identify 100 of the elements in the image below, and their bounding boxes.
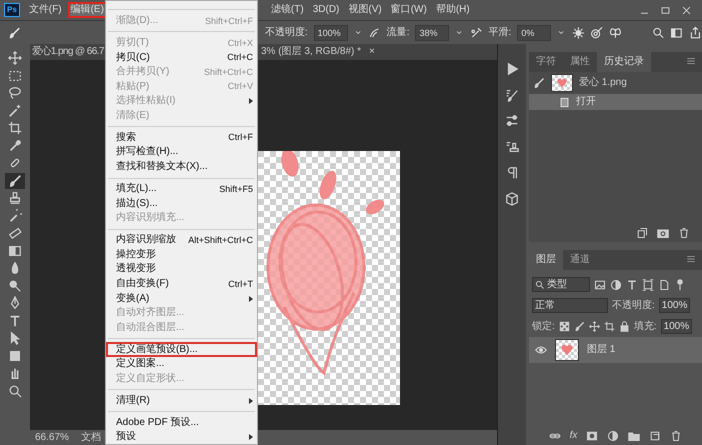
workspace-icon[interactable] [670,26,684,40]
blend-mode-dropdown[interactable]: 正常 [532,298,608,313]
snapshot-label[interactable]: 爱心 1.png [579,77,627,89]
play-icon[interactable] [505,62,519,76]
menu-bar-item[interactable]: 窗口(W) [388,2,430,18]
new-layer-icon[interactable] [649,430,662,442]
move-icon[interactable] [588,321,600,332]
image-icon[interactable] [594,278,606,290]
cube-icon[interactable] [505,192,519,206]
menu-bar-item[interactable]: 滤镜(T) [268,2,307,18]
pressure-icon[interactable] [368,26,381,40]
transform-icon[interactable] [642,278,654,290]
sliders-icon[interactable] [505,114,519,128]
menu-bar-item[interactable]: 3D(D) [310,2,342,18]
menu-item[interactable]: 内容识别缩放 Alt+Shift+Ctrl+C [106,232,257,248]
menu-item[interactable]: 搜索 Ctrl+F [106,130,257,146]
document-info[interactable]: 文档 [80,432,101,444]
menu-item[interactable]: 描边(S)... [106,196,257,211]
butterfly-icon[interactable] [609,26,622,40]
lock-icon[interactable] [618,321,630,332]
crop-icon[interactable] [604,321,615,332]
menu-item[interactable]: 拷贝(C) Ctrl+C [106,50,257,65]
menu-item[interactable]: 定义图案... [106,357,257,372]
menu-item[interactable]: 自由变换(F) Ctrl+T [106,276,257,292]
flow-field[interactable]: 38% [415,24,450,40]
airbrush-icon[interactable] [470,26,483,40]
history-state-label: 打开 [576,96,596,108]
checker-icon[interactable] [558,321,570,332]
brush-icon[interactable] [8,26,21,40]
document-icon [559,96,570,108]
adjustment-icon[interactable] [607,430,620,442]
brush-settings-icon[interactable] [505,88,519,102]
smart-object-icon[interactable] [658,278,670,290]
trash-icon[interactable] [678,227,690,239]
menu-item[interactable]: 预设 [106,430,257,444]
eye-icon[interactable] [535,344,547,356]
new-document-icon[interactable] [636,227,648,239]
tab-close-button[interactable]: × [369,46,375,58]
app-logo: Ps [4,3,20,17]
fx-button[interactable]: fx [570,430,578,442]
shortcut-label: Ctrl+X [226,38,253,48]
mask-icon[interactable] [586,430,598,442]
lock-label: 锁定: [532,320,555,332]
panel-tab[interactable]: 通道 [563,250,597,270]
share-icon[interactable] [689,26,702,40]
menu-bar-item[interactable]: 编辑(E) [68,2,107,18]
brush-icon[interactable] [574,321,585,332]
menu-bar-item[interactable]: 视图(V) [345,2,385,18]
search-icon[interactable] [652,26,664,39]
shortcut-label: Shift+Ctrl+C [202,66,253,78]
menu-item[interactable]: 填充(L)... Shift+F5 [106,182,257,196]
opacity-label: 不透明度: [264,26,308,38]
menu-item[interactable]: 操控变形 [106,247,257,262]
panel-tab[interactable]: 历史记录 [597,52,651,72]
restore-icon[interactable] [660,4,671,16]
menu-item[interactable]: 透视变形 [106,262,257,277]
camera-icon[interactable] [657,227,669,239]
fill-label: 填充: [634,320,657,332]
stamp-icon[interactable] [505,140,519,154]
document-tab-title[interactable]: 爱心1.png @ 66.7 [32,46,104,58]
fill-field[interactable]: 100% [660,319,692,334]
opacity-field[interactable]: 100% [658,298,690,313]
menu-item[interactable]: 清理(R) [106,394,257,408]
paragraph-icon[interactable] [505,166,519,180]
panel-tab[interactable]: 属性 [563,52,597,72]
adjustment-icon[interactable] [610,278,622,290]
shortcut-label: Ctrl+T [227,278,253,290]
close-icon[interactable] [681,4,692,16]
menu-bar-item[interactable]: 文件(F) [26,2,65,18]
panel-menu-icon[interactable] [686,254,696,264]
opacity-field[interactable]: 100% [314,24,348,40]
menu-item[interactable]: Adobe PDF 预设... [106,416,257,430]
menu-bar-item[interactable]: 帮助(H) [432,2,473,18]
target-brush-icon[interactable] [590,26,604,40]
folder-icon[interactable] [628,430,640,442]
brush-icon[interactable] [533,77,545,89]
filter-dropdown[interactable]: 类型 [532,277,590,292]
menu-item[interactable]: 查找和替换文本(X)... [106,160,257,174]
heart-icon [560,343,574,357]
shortcut-label: Ctrl+C [226,52,253,63]
history-state[interactable]: 打开 [529,94,702,110]
panel-menu-icon[interactable] [686,56,696,66]
menu-item[interactable]: 拼写检查(H)... [106,145,257,160]
search-icon [535,280,544,289]
type-icon[interactable] [626,278,638,290]
shortcut-label: Shift+F5 [218,184,253,194]
shortcut-label: Ctrl+V [226,81,253,92]
shortcut-label: Shift+Ctrl+F [204,16,253,26]
smoothing-field[interactable]: 0% [517,24,552,40]
brush-icon[interactable] [5,172,25,188]
menu-item[interactable]: 变换(A) [106,291,257,306]
shortcut-label: Ctrl+F [227,132,253,144]
menu-item[interactable]: 定义画笔预设(B)... [106,342,257,358]
panel-tab[interactable]: 字符 [529,52,563,72]
opacity-label: 不透明度: [612,300,655,312]
layer-row[interactable]: 图层 1 [529,337,702,363]
document-tab-title[interactable]: 3% (图层 3, RGB/8#) * [261,46,362,58]
panel-tab[interactable]: 图层 [529,250,563,270]
trash-icon[interactable] [670,430,682,442]
flow-label: 流量: [386,26,410,38]
